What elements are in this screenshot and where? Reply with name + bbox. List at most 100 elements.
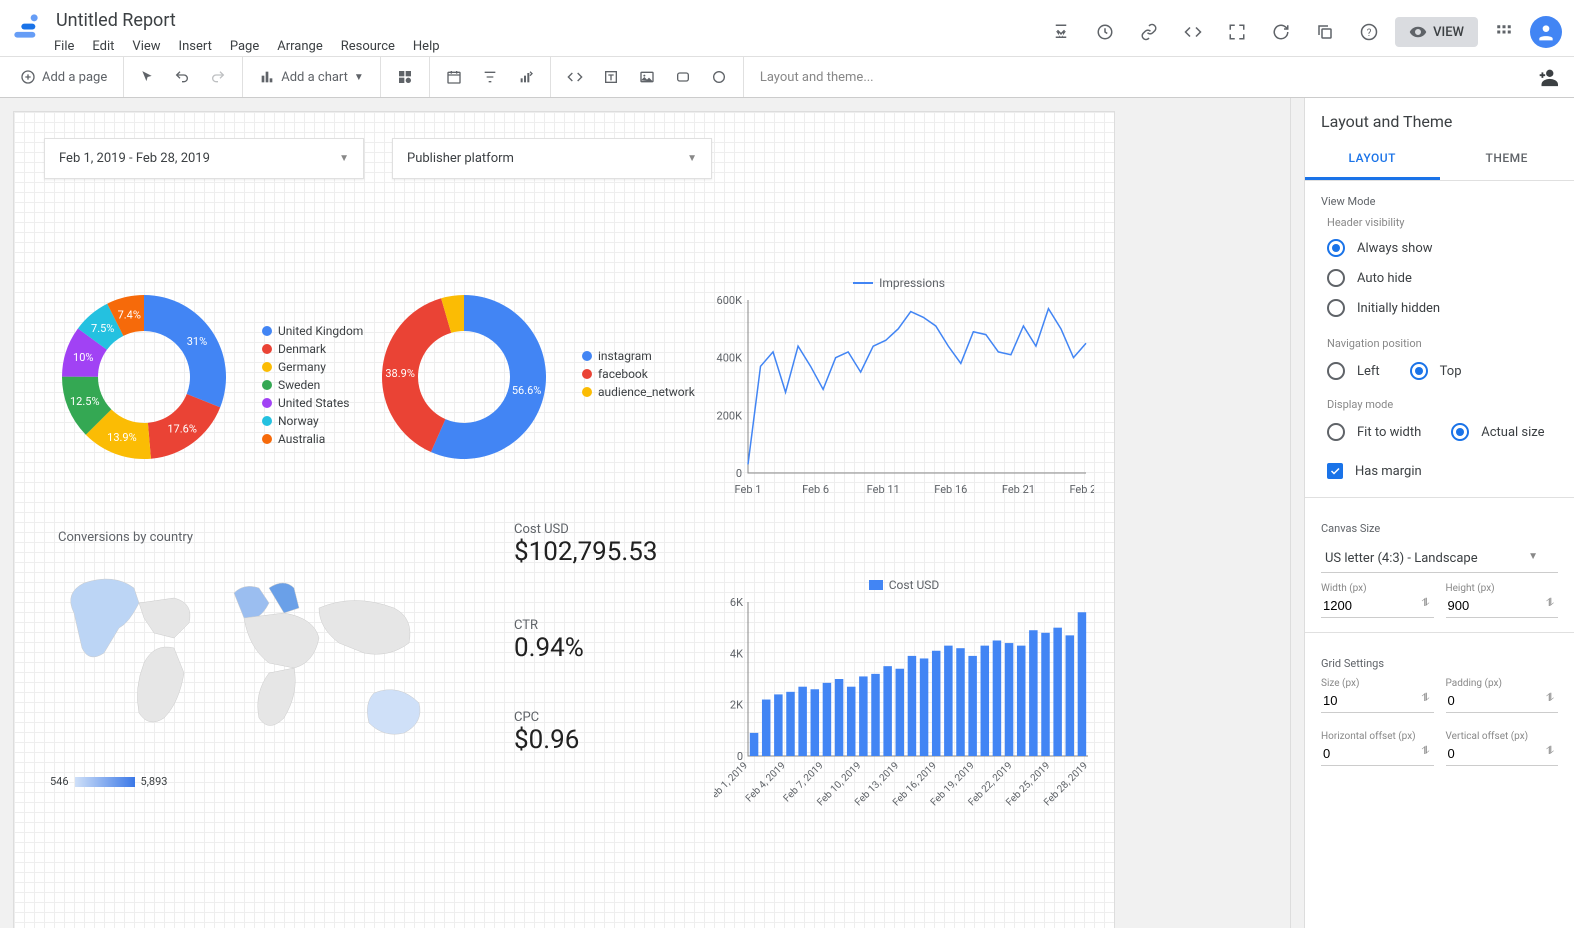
layout-theme-dropdown[interactable]: Layout and theme... xyxy=(752,64,882,91)
label-grid-size: Size (px) xyxy=(1321,678,1434,689)
tab-theme[interactable]: THEME xyxy=(1440,139,1574,180)
menu-help[interactable]: Help xyxy=(413,39,440,54)
menu-view[interactable]: View xyxy=(132,39,160,54)
section-grid-settings: Grid Settings xyxy=(1305,643,1574,674)
bar-chart-icon xyxy=(259,69,275,85)
svg-text:17.6%: 17.6% xyxy=(167,422,197,435)
country-donut-chart[interactable]: 31%17.6%13.9%12.5%10%7.5%7.4% United Kin… xyxy=(44,262,374,492)
circle-icon[interactable] xyxy=(703,63,735,91)
properties-panel: Layout and Theme LAYOUT THEME View Mode … xyxy=(1304,98,1574,928)
svg-text:600K: 600K xyxy=(717,294,743,307)
radio-initially-hidden[interactable]: Initially hidden xyxy=(1305,293,1574,323)
svg-text:7.4%: 7.4% xyxy=(118,309,141,322)
filter-icon[interactable] xyxy=(474,63,506,91)
svg-text:38.9%: 38.9% xyxy=(385,367,415,380)
label-nav-position: Navigation position xyxy=(1305,333,1574,354)
svg-text:Feb 16: Feb 16 xyxy=(934,483,967,496)
data-control-icon[interactable] xyxy=(510,63,542,91)
help-icon[interactable]: ? xyxy=(1351,14,1387,50)
canvas-scrollbar[interactable] xyxy=(1290,98,1304,928)
refresh-icon[interactable] xyxy=(1263,14,1299,50)
fullscreen-icon[interactable] xyxy=(1219,14,1255,50)
image-icon[interactable] xyxy=(631,63,663,91)
menu-file[interactable]: File xyxy=(54,39,74,54)
legend-item: facebook xyxy=(582,365,695,383)
radio-always-show[interactable]: Always show xyxy=(1305,233,1574,263)
app-header: Untitled Report File Edit View Insert Pa… xyxy=(0,0,1574,56)
user-avatar[interactable] xyxy=(1530,16,1562,48)
cpc-scorecard[interactable]: CPC $0.96 xyxy=(514,710,579,755)
radio-auto-hide[interactable]: Auto hide xyxy=(1305,263,1574,293)
menu-resource[interactable]: Resource xyxy=(341,39,395,54)
legend-item: Norway xyxy=(262,412,363,430)
menu-insert[interactable]: Insert xyxy=(179,39,212,54)
redo-button[interactable] xyxy=(202,63,234,91)
svg-text:12.5%: 12.5% xyxy=(70,395,100,408)
history-icon[interactable] xyxy=(1087,14,1123,50)
label-padding: Padding (px) xyxy=(1446,678,1559,689)
menu-page[interactable]: Page xyxy=(230,39,259,54)
download-icon[interactable] xyxy=(1043,14,1079,50)
report-canvas[interactable]: Feb 1, 2019 - Feb 28, 2019▼ Publisher pl… xyxy=(14,112,1114,928)
svg-text:4K: 4K xyxy=(730,647,743,660)
url-embed-icon[interactable] xyxy=(559,63,591,91)
svg-text:10%: 10% xyxy=(73,351,93,364)
legend-item: instagram xyxy=(582,347,695,365)
add-page-button[interactable]: Add a page xyxy=(12,63,115,91)
padding-input[interactable] xyxy=(1446,689,1559,713)
svg-text:?: ? xyxy=(1367,28,1372,39)
cost-bar-chart[interactable]: Cost USD 02K4K6KFeb 1, 2019Feb 4, 2019Fe… xyxy=(714,574,1094,814)
svg-text:Feb 1: Feb 1 xyxy=(735,483,762,496)
svg-text:7.5%: 7.5% xyxy=(91,322,114,335)
grid-size-input[interactable] xyxy=(1321,689,1434,713)
height-input[interactable] xyxy=(1446,594,1559,618)
svg-text:Feb 4, 2019: Feb 4, 2019 xyxy=(744,760,788,804)
rect-icon[interactable] xyxy=(667,63,699,91)
cost-scorecard[interactable]: Cost USD $102,795.53 xyxy=(514,522,657,567)
radio-nav-top[interactable]: Top xyxy=(1410,358,1462,384)
select-tool[interactable] xyxy=(132,64,162,90)
add-chart-button[interactable]: Add a chart ▼ xyxy=(251,63,372,91)
svg-text:400K: 400K xyxy=(717,352,743,365)
canvas-size-select[interactable]: US letter (4:3) - Landscape▼ xyxy=(1321,545,1558,573)
legend-item: audience_network xyxy=(582,383,695,401)
add-people-button[interactable] xyxy=(1528,60,1566,94)
width-input[interactable] xyxy=(1321,594,1434,618)
ctr-scorecard[interactable]: CTR 0.94% xyxy=(514,618,584,663)
label-v-offset: Vertical offset (px) xyxy=(1446,731,1559,742)
radio-nav-left[interactable]: Left xyxy=(1327,358,1380,384)
tab-layout[interactable]: LAYOUT xyxy=(1305,139,1440,180)
checkbox-has-margin[interactable]: Has margin xyxy=(1305,455,1574,487)
label-width: Width (px) xyxy=(1321,583,1434,594)
menu-edit[interactable]: Edit xyxy=(92,39,114,54)
embed-icon[interactable] xyxy=(1175,14,1211,50)
undo-button[interactable] xyxy=(166,63,198,91)
legend-item: Germany xyxy=(262,358,363,376)
view-button[interactable]: VIEW xyxy=(1395,17,1478,47)
section-view-mode: View Mode xyxy=(1305,181,1574,212)
menu-arrange[interactable]: Arrange xyxy=(277,39,322,54)
apps-icon[interactable] xyxy=(1486,14,1522,50)
geo-map-chart[interactable]: Conversions by country 5 xyxy=(44,522,464,792)
platform-filter-control[interactable]: Publisher platform▼ xyxy=(392,138,712,179)
legend-item: Sweden xyxy=(262,376,363,394)
copy-icon[interactable] xyxy=(1307,14,1343,50)
date-range-control[interactable]: Feb 1, 2019 - Feb 28, 2019▼ xyxy=(44,138,364,179)
h-offset-input[interactable] xyxy=(1321,742,1434,766)
text-icon[interactable] xyxy=(595,63,627,91)
svg-text:56.6%: 56.6% xyxy=(512,384,542,397)
radio-fit-width[interactable]: Fit to width xyxy=(1327,419,1421,445)
report-title[interactable]: Untitled Report xyxy=(52,8,1043,33)
svg-text:Feb 11: Feb 11 xyxy=(867,483,900,496)
svg-text:Feb 21: Feb 21 xyxy=(1002,483,1035,496)
menubar: File Edit View Insert Page Arrange Resou… xyxy=(54,39,1043,54)
link-icon[interactable] xyxy=(1131,14,1167,50)
platform-donut-chart[interactable]: 56.6% 38.9% instagramfacebookaudience_net… xyxy=(364,262,694,492)
radio-actual-size[interactable]: Actual size xyxy=(1451,419,1544,445)
svg-text:31%: 31% xyxy=(187,335,207,348)
date-range-icon[interactable] xyxy=(438,63,470,91)
canvas-area[interactable]: Feb 1, 2019 - Feb 28, 2019▼ Publisher pl… xyxy=(0,98,1290,928)
impressions-line-chart[interactable]: Impressions 0200K400K600KFeb 1Feb 6Feb 1… xyxy=(704,272,1094,497)
v-offset-input[interactable] xyxy=(1446,742,1559,766)
community-viz-icon[interactable] xyxy=(389,63,421,91)
